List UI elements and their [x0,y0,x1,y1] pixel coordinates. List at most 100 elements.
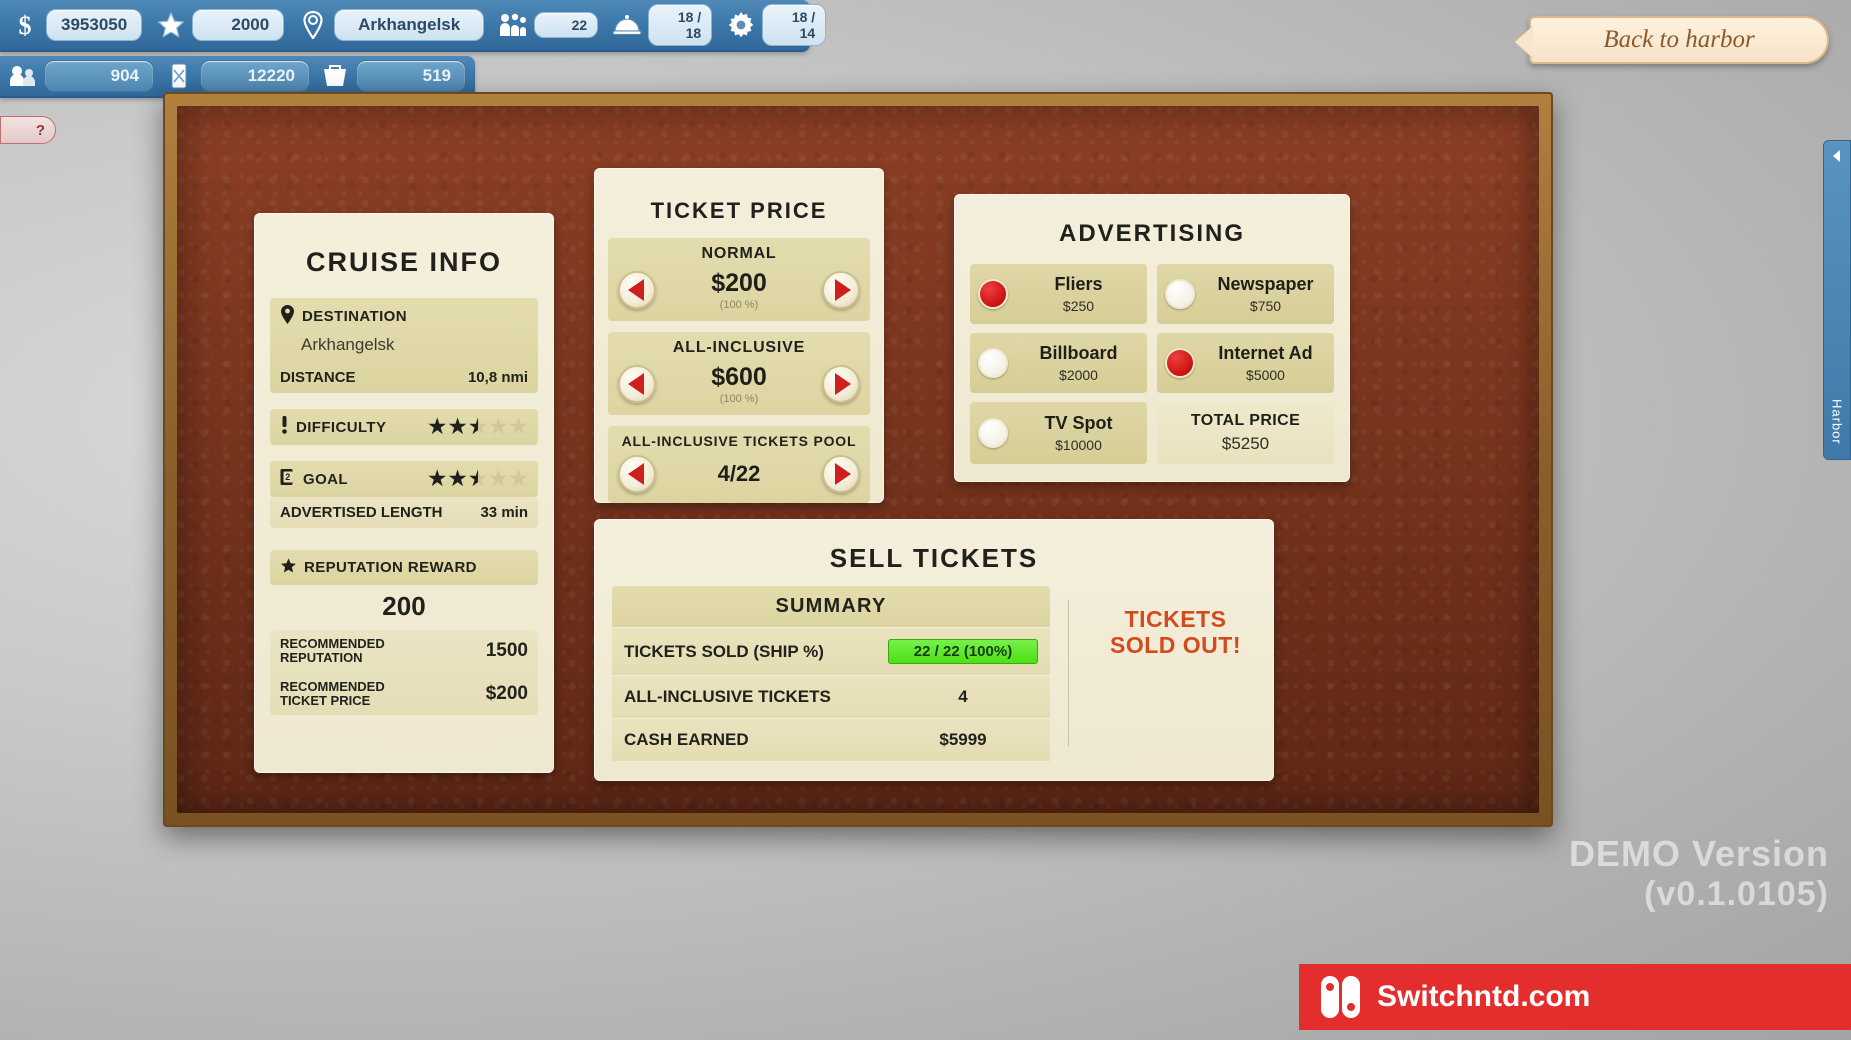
ad-option-price: $2000 [1059,367,1098,383]
tickets-sold-badge: 22 / 22 (100%) [888,639,1038,664]
cork-board: CRUISE INFO DESTINATION Arkhangelsk DIST… [177,106,1539,813]
recommended-reputation-value: 1500 [485,640,528,662]
sell-tickets-panel: SELL TICKETS SUMMARY TICKETS SOLD (SHIP … [594,519,1274,781]
normal-price-label: NORMAL [701,245,777,262]
passengers-stat[interactable]: 22 [498,10,599,40]
ad-option-internet-ad[interactable]: Internet Ad $5000 [1157,333,1334,393]
radio-icon[interactable] [978,348,1008,378]
cork-board-frame: CRUISE INFO DESTINATION Arkhangelsk DIST… [163,92,1553,827]
all-inclusive-pool-decrease-button[interactable] [618,455,656,493]
food-stat[interactable]: 18 / 18 [612,4,713,46]
normal-price-decrease-button[interactable] [618,271,656,309]
clipboard-icon: 2 [280,468,296,490]
normal-price-increase-button[interactable] [822,271,860,309]
help-button[interactable]: ? [0,116,56,144]
crew-supply-stat[interactable]: 904 [8,60,154,92]
advertised-length-row: ADVERTISED LENGTH 33 min [270,497,538,528]
ad-option-tv-spot[interactable]: TV Spot $10000 [970,402,1147,464]
switch-logo-icon [1321,976,1363,1018]
harbor-side-tab-label: Harbor [1829,399,1845,445]
harbor-side-tab[interactable]: Harbor [1823,140,1851,460]
supplies-stat[interactable]: 519 [320,60,466,92]
advertised-length-value: 33 min [480,504,528,521]
difficulty-block: DIFFICULTY ★ ★ ★ ★ ★ [270,409,538,445]
distance-label: DISTANCE [280,369,356,386]
advertising-total-value: $5250 [1221,434,1270,453]
normal-price-group: NORMAL $200 (100 %) [608,238,870,321]
reputation-reward-label: REPUTATION REWARD [304,559,477,576]
sold-out-line1: TICKETS [1124,606,1227,632]
cruise-info-title: CRUISE INFO [305,247,502,277]
radio-icon[interactable] [978,418,1008,448]
ad-option-price: $250 [1062,298,1095,314]
location-value: Arkhangelsk [334,9,485,41]
radio-icon[interactable] [1165,348,1195,378]
food-value: 18 / 18 [648,4,713,46]
goal-label: GOAL [303,470,348,488]
summary-row-tickets-sold: TICKETS SOLD (SHIP %) 22 / 22 (100%) [612,627,1050,675]
star-icon [280,557,297,578]
all-inclusive-pool-increase-button[interactable] [822,455,860,493]
crew-stat[interactable]: 18 / 14 [726,4,827,46]
difficulty-stars: ★ ★ ★ ★ ★ [428,416,528,438]
advertising-panel: ADVERTISING Fliers $250 Newspaper $750 B… [954,194,1350,482]
advertising-title: ADVERTISING [1058,220,1245,247]
supplies-value: 519 [356,60,466,92]
arrow-right-icon [834,373,851,395]
recommended-ticket-price-row: RECOMMENDED TICKET PRICE $200 [270,673,538,716]
money-stat[interactable]: $ 3953050 [10,9,143,41]
reputation-value: 2000 [192,9,285,41]
advertising-options-grid: Fliers $250 Newspaper $750 Billboard $20… [970,264,1334,464]
ad-option-billboard[interactable]: Billboard $2000 [970,333,1147,393]
all-inclusive-price-group: ALL-INCLUSIVE $600 (100 %) [608,332,870,415]
reputation-reward-value: 200 [382,591,426,621]
ad-option-price: $10000 [1055,437,1102,453]
recommended-ticket-price-value: $200 [485,682,528,704]
difficulty-row: DIFFICULTY ★ ★ ★ ★ ★ [270,409,538,445]
advertising-total: TOTAL PRICE $5250 [1157,402,1334,464]
location-pin-icon [280,305,295,328]
fuel-stat[interactable]: 12220 [164,60,310,92]
advertising-total-label: TOTAL PRICE [1190,412,1301,429]
basket-icon [320,61,350,91]
dollar-icon: $ [10,10,40,40]
ad-option-price: $750 [1249,298,1282,314]
exclamation-icon [280,416,289,438]
recommended-ticket-price-label: RECOMMENDED TICKET PRICE [280,678,385,708]
sell-tickets-status: TICKETS SOLD OUT! [1095,586,1256,761]
all-inclusive-price-increase-button[interactable] [822,365,860,403]
food-cloche-icon [612,10,642,40]
radio-icon[interactable] [978,279,1008,309]
demo-watermark-line2: (v0.1.0105) [1644,875,1829,913]
recommended-reputation-row: RECOMMENDED REPUTATION 1500 [270,630,538,673]
normal-price-percent: (100 %) [719,299,759,311]
ticket-price-panel: TICKET PRICE NORMAL $200 (100 %) ALL-INC… [594,168,884,503]
arrow-right-icon [834,463,851,485]
ad-option-fliers[interactable]: Fliers $250 [970,264,1147,324]
destination-block: DESTINATION Arkhangelsk DISTANCE 10,8 nm… [270,298,538,393]
all-inclusive-price-value: $600 [711,363,767,391]
goal-row: 2 GOAL ★ ★ ★ ★ ★ [270,461,538,497]
ad-option-newspaper[interactable]: Newspaper $750 [1157,264,1334,324]
ad-option-price: $5000 [1246,367,1285,383]
ad-option-label: TV Spot [1044,413,1113,433]
ad-option-label: Fliers [1054,274,1103,294]
cruise-info-panel: CRUISE INFO DESTINATION Arkhangelsk DIST… [254,213,554,773]
crew-supply-value: 904 [44,60,154,92]
back-to-harbor-button[interactable]: Back to harbor [1529,16,1829,64]
passengers-value: 22 [534,12,599,38]
fuel-value: 12220 [200,60,310,92]
reputation-reward-header: REPUTATION REWARD [270,550,538,585]
goal-block: 2 GOAL ★ ★ ★ ★ ★ ADVERTISED LENGTH 33 min [270,461,538,528]
difficulty-label: DIFFICULTY [296,418,387,436]
sell-tickets-title: SELL TICKETS [829,543,1039,573]
demo-watermark: DEMO Version (v0.1.0105) [1569,833,1829,914]
sell-tickets-summary: SUMMARY TICKETS SOLD (SHIP %) 22 / 22 (1… [612,586,1050,761]
ad-option-label: Internet Ad [1218,343,1313,363]
summary-divider [1068,600,1069,747]
location-stat[interactable]: Arkhangelsk [298,9,485,41]
all-inclusive-price-decrease-button[interactable] [618,365,656,403]
all-inclusive-pool-value: 4/22 [717,461,761,486]
reputation-stat[interactable]: 2000 [156,9,285,41]
radio-icon[interactable] [1165,279,1195,309]
